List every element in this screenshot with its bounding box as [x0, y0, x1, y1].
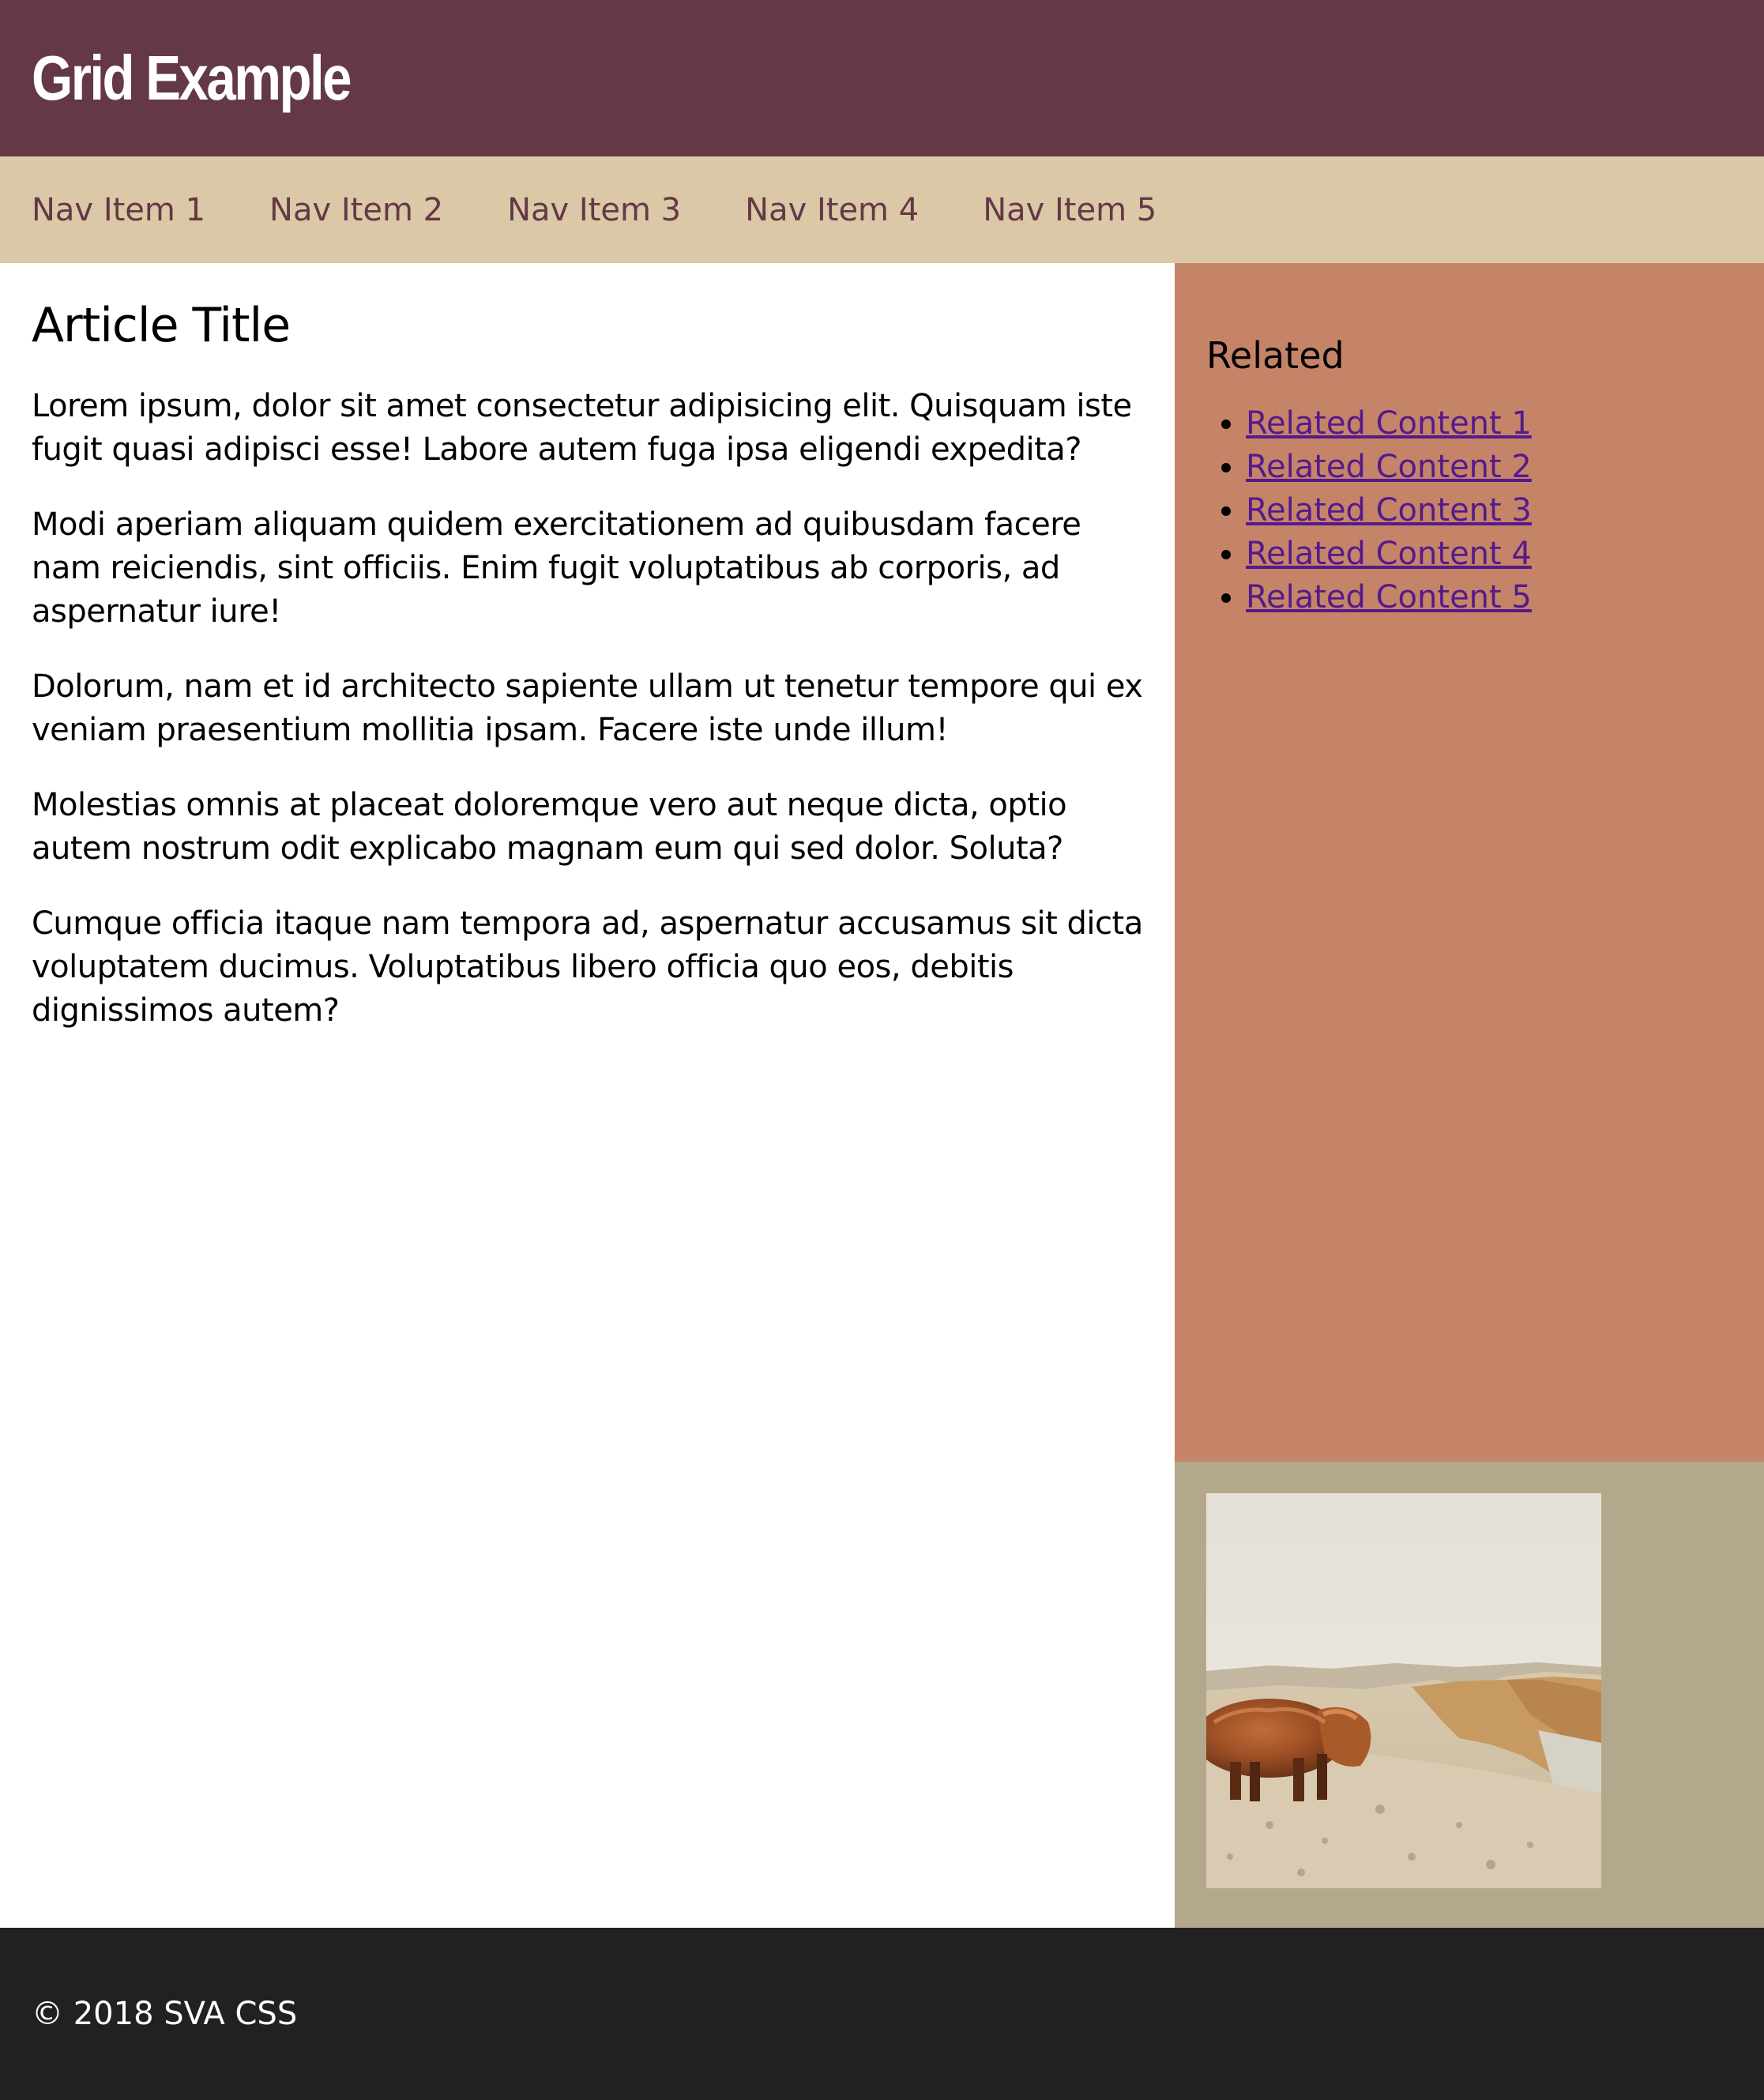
nav-item-5[interactable]: Nav Item 5: [983, 192, 1157, 228]
article-title: Article Title: [32, 298, 291, 353]
related-link-1[interactable]: Related Content 1: [1246, 405, 1532, 442]
related-list-item: Related Content 2: [1246, 446, 1732, 489]
site-header: Grid Example: [0, 0, 1764, 156]
site-footer: © 2018 SVA CSS: [0, 1928, 1764, 2100]
highland-cow-photo: [1206, 1493, 1601, 1888]
nav-item-1[interactable]: Nav Item 1: [32, 192, 205, 228]
related-list: Related Content 1 Related Content 2 Rela…: [1206, 402, 1732, 619]
related-list-item: Related Content 4: [1246, 533, 1732, 576]
site-title: Grid Example: [32, 43, 352, 113]
related-list-item: Related Content 3: [1246, 489, 1732, 533]
nav-item-3[interactable]: Nav Item 3: [507, 192, 681, 228]
photo-panel: [1175, 1462, 1764, 1928]
related-link-3[interactable]: Related Content 3: [1246, 492, 1532, 529]
related-heading: Related: [1206, 334, 1345, 377]
article-paragraph-4: Molestias omnis at placeat doloremque ve…: [32, 787, 1067, 867]
page: Grid Example Nav Item 1 Nav Item 2 Nav I…: [0, 0, 1764, 2100]
copyright-text: © 2018 SVA CSS: [32, 1996, 298, 2032]
article-paragraph-3: Dolorum, nam et id architecto sapiente u…: [32, 668, 1143, 748]
nav-item-2[interactable]: Nav Item 2: [269, 192, 443, 228]
related-link-5[interactable]: Related Content 5: [1246, 579, 1532, 615]
article-paragraph-2: Modi aperiam aliquam quidem exercitation…: [32, 506, 1081, 630]
related-list-item: Related Content 1: [1246, 402, 1732, 446]
related-link-2[interactable]: Related Content 2: [1246, 449, 1532, 485]
related-link-4[interactable]: Related Content 4: [1246, 536, 1532, 572]
main-nav: Nav Item 1 Nav Item 2 Nav Item 3 Nav Ite…: [0, 156, 1764, 263]
related-list-item: Related Content 5: [1246, 576, 1732, 619]
article-paragraph-5: Cumque officia itaque nam tempora ad, as…: [32, 905, 1143, 1029]
nav-item-4[interactable]: Nav Item 4: [745, 192, 919, 228]
article: Article Title Lorem ipsum, dolor sit ame…: [0, 263, 1175, 1928]
article-paragraph-1: Lorem ipsum, dolor sit amet consectetur …: [32, 388, 1132, 468]
related-sidebar: Related Related Content 1 Related Conten…: [1175, 263, 1764, 1462]
